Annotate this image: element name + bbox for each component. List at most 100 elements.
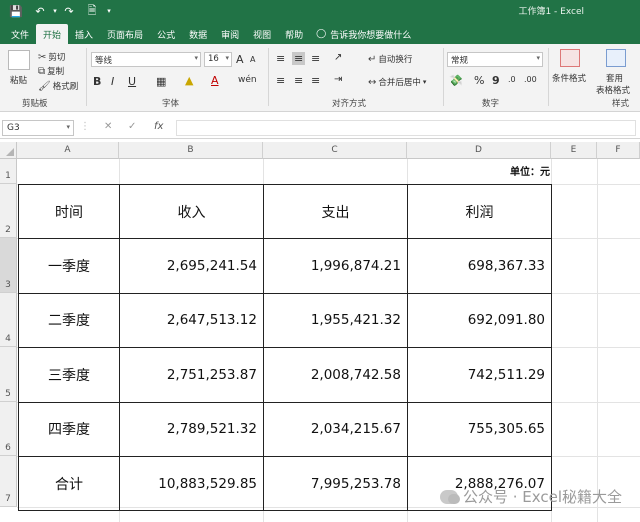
table-cell[interactable]: 755,305.65 [407,401,552,457]
table-cell[interactable]: 1,955,421.32 [263,292,408,349]
table-cell[interactable]: 2,751,253.87 [119,347,264,403]
column-header-f[interactable]: F [597,142,640,159]
row-header-1[interactable]: 1 [0,159,17,184]
insert-function-icon[interactable]: fx [154,121,163,132]
decrease-decimal-icon[interactable]: .00 [524,75,537,84]
conditional-formatting-icon[interactable] [560,49,580,67]
table-cell[interactable]: 7,995,253.78 [263,455,408,512]
align-left-icon[interactable]: ≡ [276,74,285,87]
row-header-2[interactable]: 2 [0,184,17,238]
italic-button[interactable]: I [111,75,114,88]
tab-data[interactable]: 数据 [182,24,214,44]
conditional-formatting-button[interactable]: 条件格式 [552,72,586,84]
phonetic-button[interactable]: wén [238,75,257,85]
undo-icon[interactable]: ↶ [32,3,48,19]
table-cell[interactable]: 三季度 [18,347,120,403]
column-header-b[interactable]: B [119,142,263,159]
column-header-c[interactable]: C [263,142,407,159]
table-cell[interactable]: 2,034,215.67 [263,401,408,457]
bold-button[interactable]: B [93,75,101,88]
increase-decimal-icon[interactable]: .0 [508,75,516,84]
formula-input[interactable] [176,120,636,136]
redo-icon[interactable]: ↷ [62,3,76,19]
ribbon-tabs: 文件 开始 插入 页面布局 公式 数据 审阅 视图 帮助 ◯ 告诉我你想要做什么 [0,22,640,44]
paste-button[interactable]: 粘贴 [10,74,27,86]
header-cell-time[interactable]: 时间 [18,183,120,240]
table-cell[interactable]: 合计 [18,455,120,512]
tell-me-box[interactable]: ◯ 告诉我你想要做什么 [310,24,411,44]
table-row: 一季度 2,695,241.54 1,996,874.21 698,367.33 [18,238,552,294]
table-cell[interactable]: 692,091.80 [407,292,552,349]
header-cell-income[interactable]: 收入 [119,183,264,240]
gridline [597,159,598,522]
column-header-d[interactable]: D [407,142,551,159]
tab-review[interactable]: 审阅 [214,24,246,44]
tab-file[interactable]: 文件 [4,24,36,44]
tab-formulas[interactable]: 公式 [150,24,182,44]
format-painter-button[interactable]: 🖌 格式刷 [38,80,78,93]
table-cell[interactable]: 742,511.29 [407,347,552,403]
currency-icon[interactable]: 💸 [449,74,463,87]
tab-view[interactable]: 视图 [246,24,278,44]
table-cell[interactable]: 10,883,529.85 [119,455,264,512]
borders-icon[interactable]: ▦ [156,75,166,88]
customize-toolbar-icon[interactable]: ▾ [104,3,114,19]
table-cell[interactable]: 二季度 [18,292,120,349]
grow-font-button[interactable]: A [236,53,244,66]
format-as-table-icon[interactable] [606,49,626,67]
tab-help[interactable]: 帮助 [278,24,310,44]
wrap-text-button[interactable]: ↵ 自动换行 [368,53,412,66]
cut-button[interactable]: ✂ 剪切 [38,51,65,64]
table-cell[interactable]: 2,008,742.58 [263,347,408,403]
row-header-6[interactable]: 6 [0,402,17,456]
table-cell[interactable]: 698,367.33 [407,238,552,294]
header-cell-expense[interactable]: 支出 [263,183,408,240]
column-header-a[interactable]: A [17,142,119,159]
print-preview-icon[interactable]: 🗎 [84,3,100,19]
undo-dropdown-icon[interactable]: ▾ [50,3,60,19]
align-right-icon[interactable]: ≡ [311,74,320,87]
shrink-font-button[interactable]: A [250,55,255,64]
orientation-icon[interactable]: ↗ [334,52,342,63]
header-cell-profit[interactable]: 利润 [407,183,552,240]
row-header-5[interactable]: 5 [0,347,17,402]
row-header-4[interactable]: 4 [0,293,17,347]
paste-icon[interactable] [8,50,30,70]
scissors-icon: ✂ [38,51,47,63]
tab-home[interactable]: 开始 [36,24,69,44]
table-cell[interactable]: 1,996,874.21 [263,238,408,294]
tab-insert[interactable]: 插入 [68,24,100,44]
copy-button[interactable]: ⧉ 复制 [38,65,64,78]
font-size-select[interactable]: 16 ▾ [204,52,232,67]
row-header-7[interactable]: 7 [0,456,17,507]
number-format-select[interactable]: 常规 ▾ [447,52,543,67]
table-cell[interactable]: 四季度 [18,401,120,457]
percent-button[interactable]: % [474,74,484,87]
format-as-table-button-2[interactable]: 表格格式 [596,84,630,96]
table-cell[interactable]: 2,647,513.12 [119,292,264,349]
table-cell[interactable]: 2,695,241.54 [119,238,264,294]
table-header-row: 时间 收入 支出 利润 [18,183,552,240]
column-header-e[interactable]: E [551,142,597,159]
align-bottom-icon[interactable]: ≡ [311,52,320,65]
font-name-select[interactable]: 等线 ▾ [91,52,201,67]
align-middle-icon[interactable]: ≡ [292,52,306,65]
underline-button[interactable]: U [128,75,136,88]
row-header-3[interactable]: 3 [0,238,17,293]
table-cell[interactable]: 一季度 [18,238,120,294]
save-icon[interactable]: 💾 [8,3,24,19]
format-as-table-button[interactable]: 套用 [606,72,623,84]
table-cell[interactable]: 2,789,521.32 [119,401,264,457]
merge-center-button[interactable]: ↔ 合并后居中 ▾ [368,76,426,89]
align-top-icon[interactable]: ≡ [276,52,285,65]
select-all-button[interactable] [0,142,17,159]
font-color-icon[interactable]: A [211,74,219,87]
indent-icon[interactable]: ⇥ [334,74,342,85]
comma-style-button[interactable]: 9 [492,74,500,87]
align-center-icon[interactable]: ≡ [294,74,303,87]
fill-color-icon[interactable]: ▲ [185,74,193,87]
enter-icon[interactable]: ✓ [128,121,136,132]
tab-page-layout[interactable]: 页面布局 [100,24,150,44]
cancel-icon[interactable]: ✕ [104,121,112,132]
name-box[interactable]: G3 ▾ [2,120,74,136]
